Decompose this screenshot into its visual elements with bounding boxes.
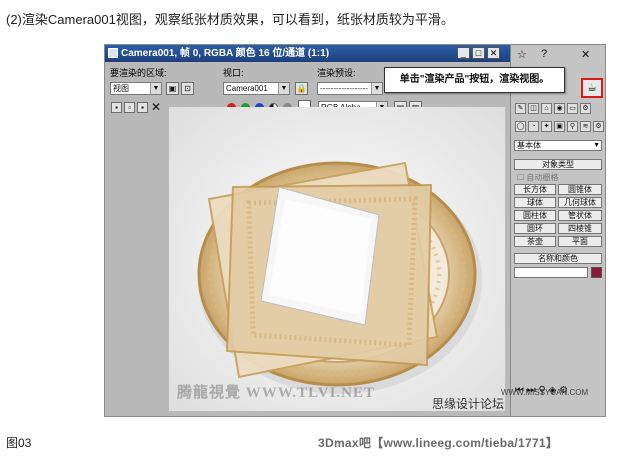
create-teapot-button[interactable]: 茶壶	[514, 236, 556, 247]
screenshot-frame: Camera001, 帧 0, RGBA 颜色 16 位/通道 (1:1) _ …	[104, 44, 606, 417]
object-name-field[interactable]	[514, 267, 588, 278]
create-cylinder-button[interactable]: 圆柱体	[514, 210, 556, 221]
render-production-teapot-icon[interactable]: ☕	[581, 78, 603, 98]
figure-label: 图03	[6, 436, 32, 450]
create-pyramid-button[interactable]: 四棱锥	[558, 223, 602, 234]
lights-icon[interactable]: ✦	[541, 121, 552, 132]
render-frame-window: Camera001, 帧 0, RGBA 颜色 16 位/通道 (1:1) _ …	[105, 45, 510, 416]
object-type-rollout[interactable]: 对象类型	[514, 159, 602, 170]
app-icon	[108, 48, 118, 58]
help-icon[interactable]: ?	[541, 48, 547, 60]
create-tab-icon[interactable]: ✎	[515, 103, 526, 114]
create-tube-button[interactable]: 管状体	[558, 210, 602, 221]
modify-tab-icon[interactable]: ◫	[528, 103, 539, 114]
chevron-down-icon: ▼	[278, 83, 289, 94]
name-and-color-rollout[interactable]: 名称和颜色	[514, 253, 602, 264]
chevron-down-icon: ▼	[150, 83, 161, 94]
instruction-callout: 单击"渲染产品"按钮，渲染视图。	[384, 67, 565, 93]
autogrid-checkbox[interactable]: ☐ 自动栅格	[517, 172, 558, 183]
shapes-icon[interactable]: ◔	[528, 121, 539, 132]
minimize-button[interactable]: _	[457, 47, 470, 59]
render-preset-value: ------------------	[320, 84, 368, 93]
star-icon[interactable]: ☆	[517, 48, 527, 61]
category-dropdown[interactable]: 基本体 ▼	[514, 140, 602, 151]
hierarchy-tab-icon[interactable]: ⌂	[541, 103, 552, 114]
clone-frame-icon[interactable]: ▪	[137, 102, 148, 113]
geometry-icon[interactable]: ◯	[515, 121, 526, 132]
autogrid-label: 自动栅格	[526, 173, 559, 182]
edit-region-icon[interactable]: ▣	[166, 82, 179, 95]
lock-icon[interactable]: 🔒	[295, 82, 308, 95]
close-button[interactable]: ✕	[487, 47, 500, 59]
rendered-plate-image	[169, 107, 505, 411]
save-image-icon[interactable]: ▪	[111, 102, 122, 113]
chevron-down-icon: ▼	[371, 83, 382, 94]
render-window-titlebar: Camera001, 帧 0, RGBA 颜色 16 位/通道 (1:1) _ …	[105, 45, 510, 62]
object-color-swatch[interactable]	[591, 267, 602, 278]
area-to-render-value: 视图	[113, 84, 129, 93]
render-preset-dropdown[interactable]: ------------------ ▼	[317, 82, 383, 95]
render-window-title: Camera001, 帧 0, RGBA 颜色 16 位/通道 (1:1)	[121, 48, 330, 59]
viewport-value: Camera001	[226, 84, 268, 93]
command-panel: ☆ ? ✕ ✎ ◫ ⌂ ◉ ▭ ⚙ ◯ ◔ ✦ ▣ ⚲ ≋ ⚙ 基本体 ▼ 对象…	[510, 45, 605, 416]
cameras-icon[interactable]: ▣	[554, 121, 565, 132]
auto-region-icon[interactable]: ⊡	[181, 82, 194, 95]
create-box-button[interactable]: 长方体	[514, 184, 556, 195]
chevron-down-icon: ▼	[593, 142, 600, 149]
helpers-icon[interactable]: ⚲	[567, 121, 578, 132]
area-to-render-dropdown[interactable]: 视图 ▼	[110, 82, 162, 95]
create-plane-button[interactable]: 平面	[558, 236, 602, 247]
viewport-label: 视口:	[223, 68, 244, 78]
tlvi-watermark: 腾龍視覺 WWW.TLVI.NET	[177, 385, 376, 401]
render-preset-label: 渲染预设:	[317, 68, 356, 78]
clear-icon[interactable]: ✕	[151, 100, 161, 114]
maximize-button[interactable]: □	[472, 47, 485, 59]
category-value: 基本体	[517, 141, 541, 150]
create-sphere-button[interactable]: 球体	[514, 197, 556, 208]
utilities-tab-icon[interactable]: ⚙	[580, 103, 591, 114]
display-tab-icon[interactable]: ▭	[567, 103, 578, 114]
close-panel-icon[interactable]: ✕	[581, 48, 590, 61]
spacewarps-icon[interactable]: ≋	[580, 121, 591, 132]
footer-source-link: 3Dmax吧【www.lineeg.com/tieba/1771】	[318, 436, 559, 450]
create-cone-button[interactable]: 圆锥体	[558, 184, 602, 195]
viewport-dropdown[interactable]: Camera001 ▼	[223, 82, 290, 95]
area-to-render-label: 要渲染的区域:	[110, 68, 167, 78]
create-geosphere-button[interactable]: 几何球体	[558, 197, 602, 208]
render-image-canvas	[169, 107, 505, 411]
copy-image-icon[interactable]: ▫	[124, 102, 135, 113]
tutorial-caption: (2)渲染Camera001视图，观察纸张材质效果，可以看到，纸张材质较为平滑。	[6, 12, 454, 27]
systems-icon[interactable]: ⚙	[593, 121, 604, 132]
motion-tab-icon[interactable]: ◉	[554, 103, 565, 114]
forum-watermark: 思缘设计论坛	[432, 397, 505, 411]
missyuan-watermark: WWW.MISSYUAN.COM	[501, 388, 589, 397]
create-torus-button[interactable]: 圆环	[514, 223, 556, 234]
